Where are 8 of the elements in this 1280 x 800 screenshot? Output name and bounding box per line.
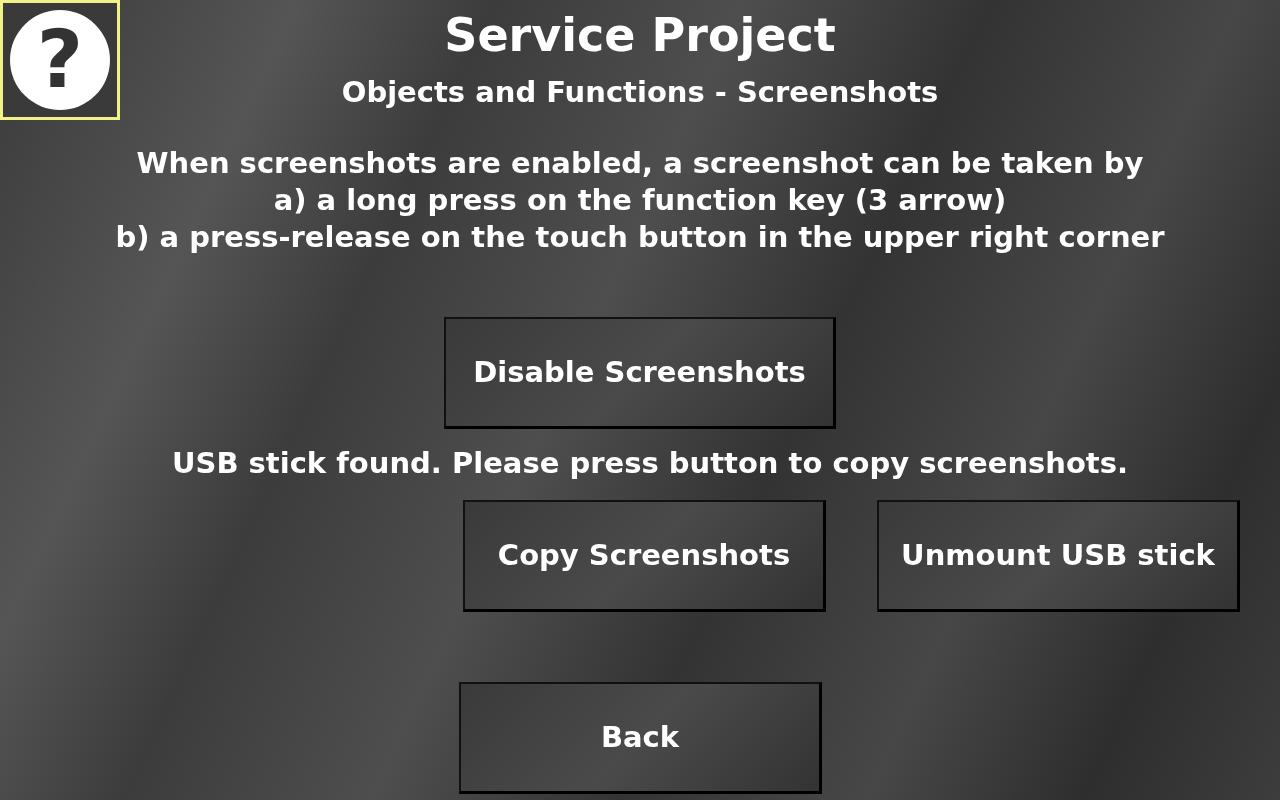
unmount-usb-button[interactable]: Unmount USB stick xyxy=(877,500,1240,612)
help-button[interactable]: ? xyxy=(10,10,110,110)
back-button[interactable]: Back xyxy=(459,682,822,794)
copy-screenshots-button[interactable]: Copy Screenshots xyxy=(463,500,826,612)
page-subtitle: Objects and Functions - Screenshots xyxy=(341,78,939,107)
disable-screenshots-button[interactable]: Disable Screenshots xyxy=(444,317,836,429)
usb-status-text: USB stick found. Please press button to copy screenshots. xyxy=(171,449,1128,478)
instructions-text: When screenshots are enabled, a screenshot can be taken by a) a long press on the function key (3 arrow) b) a press-release on the touch button in the upper right corner xyxy=(115,145,1165,256)
